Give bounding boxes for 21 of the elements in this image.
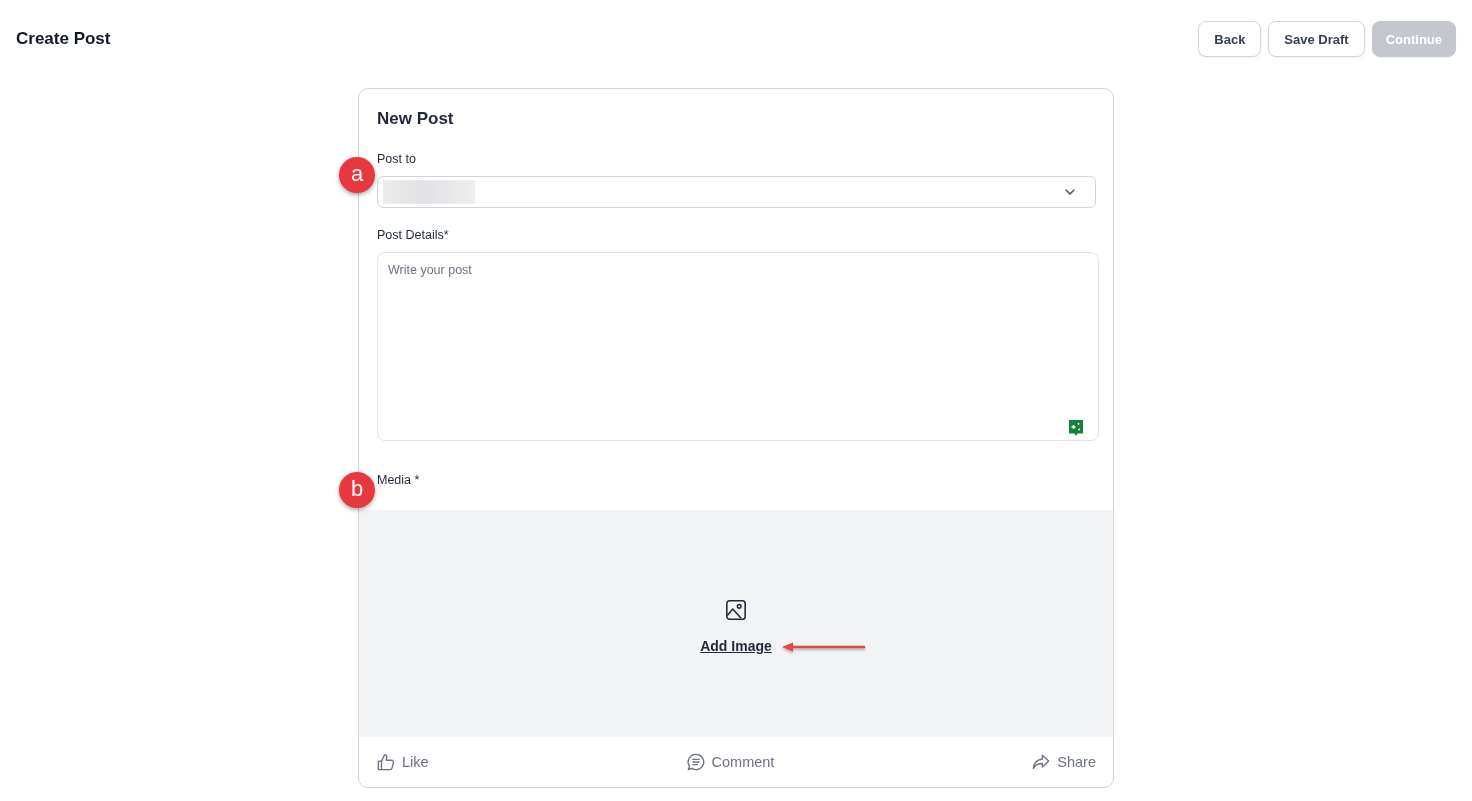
share-button[interactable]: Share [1032, 753, 1096, 771]
chevron-down-icon [1065, 189, 1075, 195]
field-label: Media * [377, 472, 421, 488]
action-button[interactable]: Save Draft [1268, 21, 1365, 57]
annotation-marker: a [339, 157, 375, 193]
annotation-marker: b [339, 472, 375, 508]
media-dropzone[interactable]: Add Image [359, 510, 1113, 737]
field-label: Post Details* [377, 227, 450, 243]
post-details-field[interactable]: Write your post [377, 252, 1099, 441]
page-title: Create Post [16, 29, 111, 49]
sparkle-icon[interactable] [1069, 420, 1083, 436]
thumbs-up-icon [377, 753, 395, 771]
comment-icon [686, 753, 705, 771]
comment-button[interactable]: Comment [686, 753, 775, 771]
image-icon [725, 598, 747, 621]
share-arrow-icon [1032, 753, 1051, 771]
card-title: New Post [377, 108, 455, 130]
action-button[interactable]: Back [1198, 21, 1262, 57]
like-button[interactable]: Like [377, 753, 429, 771]
add-image-link[interactable]: Add Image [700, 637, 772, 654]
field-label: Post to [377, 151, 417, 167]
